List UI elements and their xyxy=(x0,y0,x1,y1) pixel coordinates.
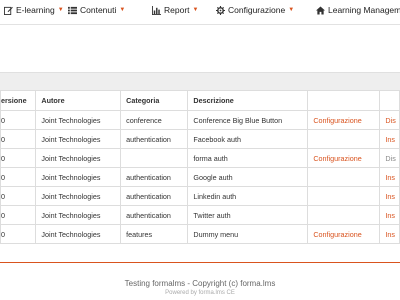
cell-category xyxy=(120,148,189,168)
nav-learning-management[interactable]: Learning Management xyxy=(316,5,400,15)
configurazione-link[interactable]: Configurazione xyxy=(307,224,381,244)
cell-category: features xyxy=(120,224,189,244)
chevron-down-icon: ▼ xyxy=(288,7,295,13)
col-header-config xyxy=(307,90,381,111)
cell-category: authentication xyxy=(120,205,189,225)
cell-author: Joint Technologies xyxy=(35,129,122,149)
edit-icon xyxy=(4,6,13,15)
cell-description: Linkedin auth xyxy=(187,186,309,206)
cell-author: Joint Technologies xyxy=(35,110,122,130)
cell-version: 0 xyxy=(0,205,37,225)
cell-category: authentication xyxy=(120,129,189,149)
footer-powered-by: Powered by forma.lms CE xyxy=(165,290,235,296)
nav-elearning[interactable]: E-learning ▼ xyxy=(4,5,64,15)
table-row: 0 Joint Technologies authentication Link… xyxy=(0,186,400,206)
cell-author: Joint Technologies xyxy=(35,186,122,206)
col-header-version[interactable]: ersione xyxy=(0,90,37,111)
footer-divider xyxy=(0,262,400,263)
install-link[interactable]: Ins xyxy=(379,129,400,149)
cell-description: Twitter auth xyxy=(187,205,309,225)
disable-link-disabled: Dis xyxy=(379,148,400,168)
cell-config-empty xyxy=(307,167,381,187)
cell-config-empty xyxy=(307,186,381,206)
nav-report-label: Report xyxy=(164,5,190,15)
nav-learning-management-label: Learning Management xyxy=(328,5,400,15)
home-icon xyxy=(316,5,325,15)
cell-description: Facebook auth xyxy=(187,129,309,149)
table-row: 0 Joint Technologies features Dummy menu… xyxy=(0,224,400,244)
table-row: 0 Joint Technologies authentication Goog… xyxy=(0,167,400,187)
cell-author: Joint Technologies xyxy=(35,224,122,244)
cell-config-empty xyxy=(307,205,381,225)
cell-config-empty xyxy=(307,129,381,149)
table-row: 0 Joint Technologies forma auth Configur… xyxy=(0,148,400,168)
table-row: 0 Joint Technologies authentication Twit… xyxy=(0,205,400,225)
cell-author: Joint Technologies xyxy=(35,148,122,168)
disable-link[interactable]: Dis xyxy=(379,110,400,130)
cell-version: 0 xyxy=(0,224,37,244)
cell-category: conference xyxy=(120,110,189,130)
cell-author: Joint Technologies xyxy=(35,205,122,225)
nav-configurazione-label: Configurazione xyxy=(228,5,286,15)
bar-chart-icon xyxy=(152,5,161,15)
col-header-category[interactable]: Categoria xyxy=(120,90,189,111)
install-link[interactable]: Ins xyxy=(379,224,400,244)
nav-elearning-label: E-learning xyxy=(16,5,55,15)
table-row: 0 Joint Technologies authentication Face… xyxy=(0,129,400,149)
col-header-action xyxy=(379,90,400,111)
cell-description: Dummy menu xyxy=(187,224,309,244)
install-link[interactable]: Ins xyxy=(379,205,400,225)
footer-copyright: Testing formalms - Copyright (c) forma.l… xyxy=(124,279,276,288)
cell-description: forma auth xyxy=(187,148,309,168)
cell-version: 0 xyxy=(0,129,37,149)
table-toolbar-band xyxy=(0,72,400,91)
col-header-description[interactable]: Descrizione xyxy=(187,90,309,111)
chevron-down-icon: ▼ xyxy=(119,7,126,13)
nav-configurazione[interactable]: Configurazione ▼ xyxy=(216,5,294,15)
plugins-table: ersione Autore Categoria Descrizione 0 J… xyxy=(0,90,400,244)
cell-author: Joint Technologies xyxy=(35,167,122,187)
install-link[interactable]: Ins xyxy=(379,186,400,206)
install-link[interactable]: Ins xyxy=(379,167,400,187)
top-navbar: E-learning ▼ Contenuti ▼ Report ▼ Config… xyxy=(0,0,400,25)
cell-description: Conference Big Blue Button xyxy=(187,110,309,130)
cell-version: 0 xyxy=(0,186,37,206)
cell-version: 0 xyxy=(0,110,37,130)
cell-category: authentication xyxy=(120,186,189,206)
cell-description: Google auth xyxy=(187,167,309,187)
nav-report[interactable]: Report ▼ xyxy=(152,5,198,15)
nav-contenuti[interactable]: Contenuti ▼ xyxy=(68,5,125,15)
cell-version: 0 xyxy=(0,148,37,168)
table-row: 0 Joint Technologies conference Conferen… xyxy=(0,110,400,130)
table-header-row: ersione Autore Categoria Descrizione xyxy=(0,90,400,111)
configurazione-link[interactable]: Configurazione xyxy=(307,110,381,130)
gears-icon xyxy=(216,5,225,15)
list-icon xyxy=(68,6,77,15)
cell-category: authentication xyxy=(120,167,189,187)
chevron-down-icon: ▼ xyxy=(192,7,199,13)
configurazione-link[interactable]: Configurazione xyxy=(307,148,381,168)
cell-version: 0 xyxy=(0,167,37,187)
nav-contenuti-label: Contenuti xyxy=(80,5,117,15)
chevron-down-icon: ▼ xyxy=(57,7,64,13)
col-header-author[interactable]: Autore xyxy=(35,90,122,111)
